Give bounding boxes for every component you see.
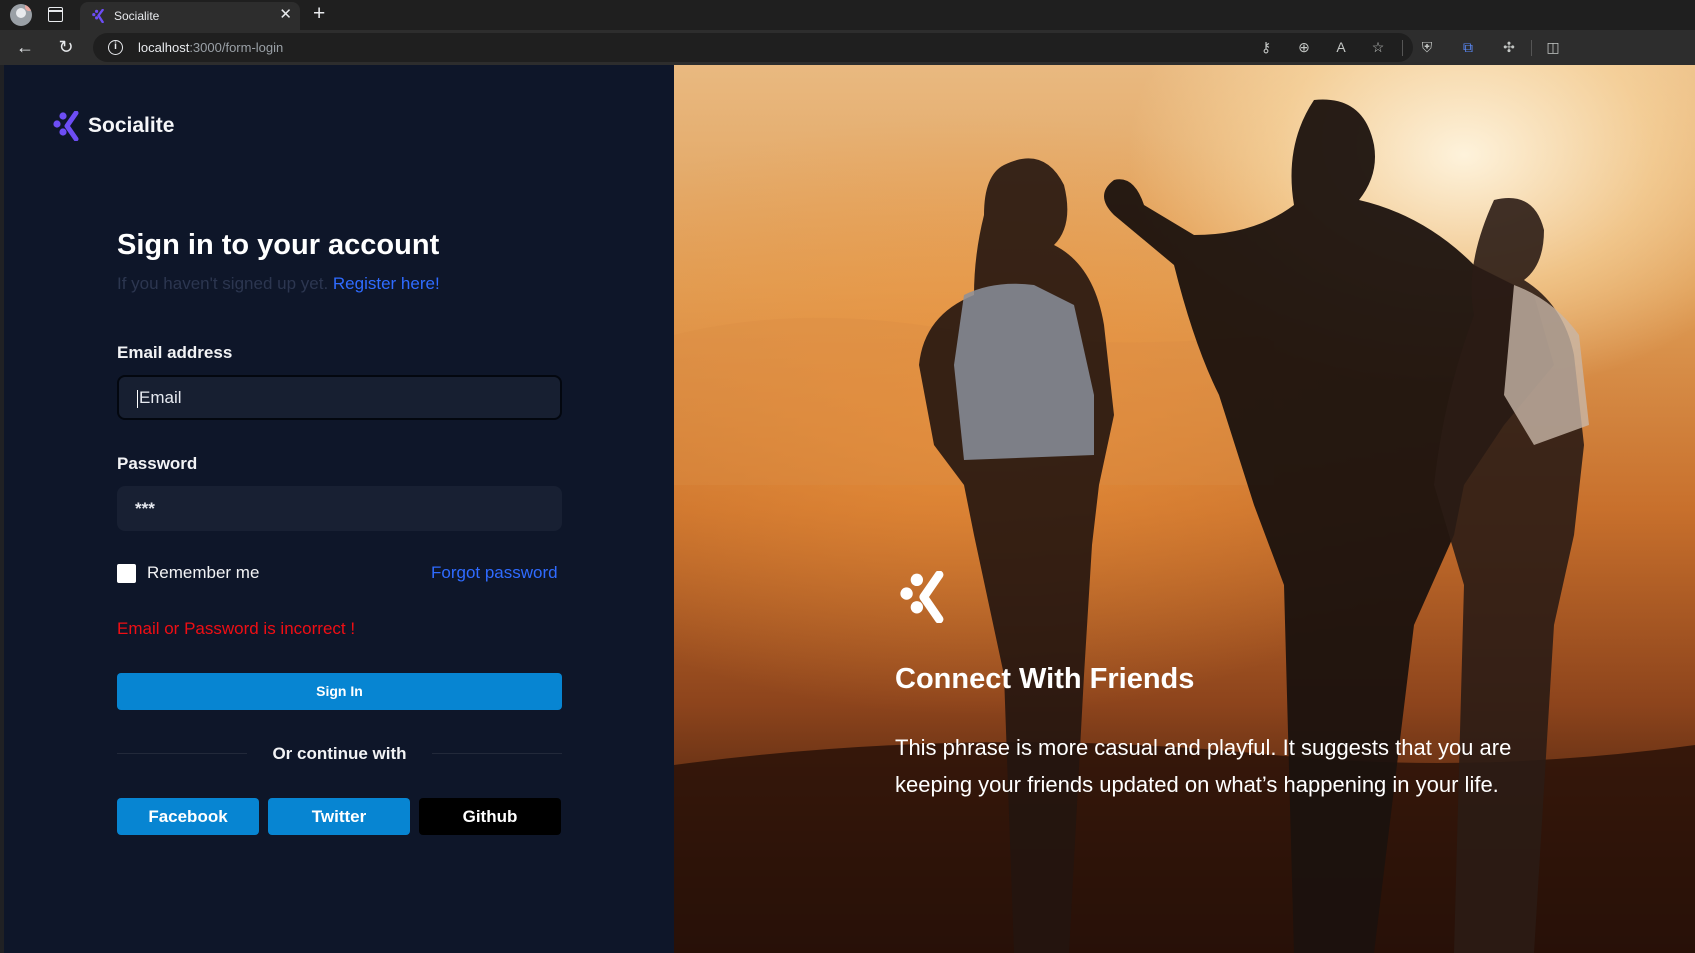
friends-sunset-photo bbox=[674, 99, 1695, 953]
signup-prompt-text: If you haven't signed up yet. bbox=[117, 274, 329, 293]
brand-name: Socialite bbox=[88, 114, 175, 137]
favorite-star-icon[interactable]: ☆ bbox=[1368, 37, 1388, 57]
email-placeholder: Email bbox=[139, 388, 182, 407]
toolbar-divider bbox=[1531, 40, 1532, 56]
back-arrow-icon[interactable]: ← bbox=[14, 36, 36, 58]
github-button[interactable]: Github bbox=[419, 798, 561, 835]
zoom-icon[interactable]: ⊕ bbox=[1294, 37, 1314, 57]
page-title: Sign in to your account bbox=[117, 229, 440, 261]
error-message: Email or Password is incorrect ! bbox=[117, 619, 356, 638]
divider-right bbox=[432, 753, 562, 754]
tab-actions-icon[interactable] bbox=[48, 7, 63, 22]
socialite-logo-icon bbox=[900, 571, 944, 623]
browser-toolbar: ← ↻ i localhost:3000/form-login ⚷ ⊕ A ☆ … bbox=[0, 30, 1695, 65]
profile-avatar-icon[interactable] bbox=[10, 4, 32, 26]
text-caret bbox=[137, 389, 138, 408]
shield-icon[interactable]: ⛨ bbox=[1417, 37, 1437, 57]
facebook-button[interactable]: Facebook bbox=[117, 798, 259, 835]
socialite-logo-icon bbox=[53, 111, 79, 141]
extensions-puzzle-icon[interactable]: ✣ bbox=[1499, 37, 1519, 57]
close-tab-icon[interactable]: ✕ bbox=[279, 7, 292, 23]
toolbar-divider bbox=[1402, 40, 1403, 56]
signup-prompt: If you haven't signed up yet. Register h… bbox=[117, 274, 440, 294]
url-text: localhost:3000/form-login bbox=[138, 40, 284, 55]
socialite-favicon-icon bbox=[92, 9, 104, 23]
forgot-password-link[interactable]: Forgot password bbox=[431, 563, 558, 583]
read-aloud-icon[interactable]: A bbox=[1331, 37, 1351, 57]
hero-title: Connect With Friends bbox=[895, 663, 1195, 695]
hero-panel: Connect With Friends This phrase is more… bbox=[674, 65, 1695, 953]
remember-me-label[interactable]: Remember me bbox=[147, 563, 259, 583]
split-screen-icon[interactable]: ◫ bbox=[1543, 37, 1563, 57]
login-page: Socialite Sign in to your account If you… bbox=[4, 65, 1695, 953]
key-icon[interactable]: ⚷ bbox=[1256, 37, 1276, 57]
continue-with-label: Or continue with bbox=[272, 744, 407, 763]
browser-tab[interactable]: Socialite ✕ bbox=[80, 2, 300, 30]
login-panel: Socialite Sign in to your account If you… bbox=[4, 65, 674, 953]
brand-header[interactable]: Socialite bbox=[52, 111, 174, 141]
remember-me-checkbox[interactable] bbox=[117, 564, 136, 583]
password-field[interactable]: *** bbox=[117, 486, 562, 531]
crop-icon[interactable]: ⧉ bbox=[1458, 37, 1478, 57]
browser-tab-bar: Socialite ✕ + bbox=[0, 0, 1695, 30]
register-link[interactable]: Register here! bbox=[333, 274, 440, 293]
email-field[interactable]: Email bbox=[117, 375, 562, 420]
twitter-button[interactable]: Twitter bbox=[268, 798, 410, 835]
tab-title: Socialite bbox=[114, 9, 160, 23]
reload-icon[interactable]: ↻ bbox=[55, 36, 77, 58]
new-tab-icon[interactable]: + bbox=[313, 3, 325, 25]
address-bar[interactable]: i localhost:3000/form-login bbox=[93, 33, 1413, 62]
hero-description: This phrase is more casual and playful. … bbox=[895, 735, 1512, 797]
sign-in-button[interactable]: Sign In bbox=[117, 673, 562, 710]
password-label: Password bbox=[117, 454, 198, 473]
site-info-icon[interactable]: i bbox=[108, 40, 123, 55]
email-label: Email address bbox=[117, 343, 233, 362]
